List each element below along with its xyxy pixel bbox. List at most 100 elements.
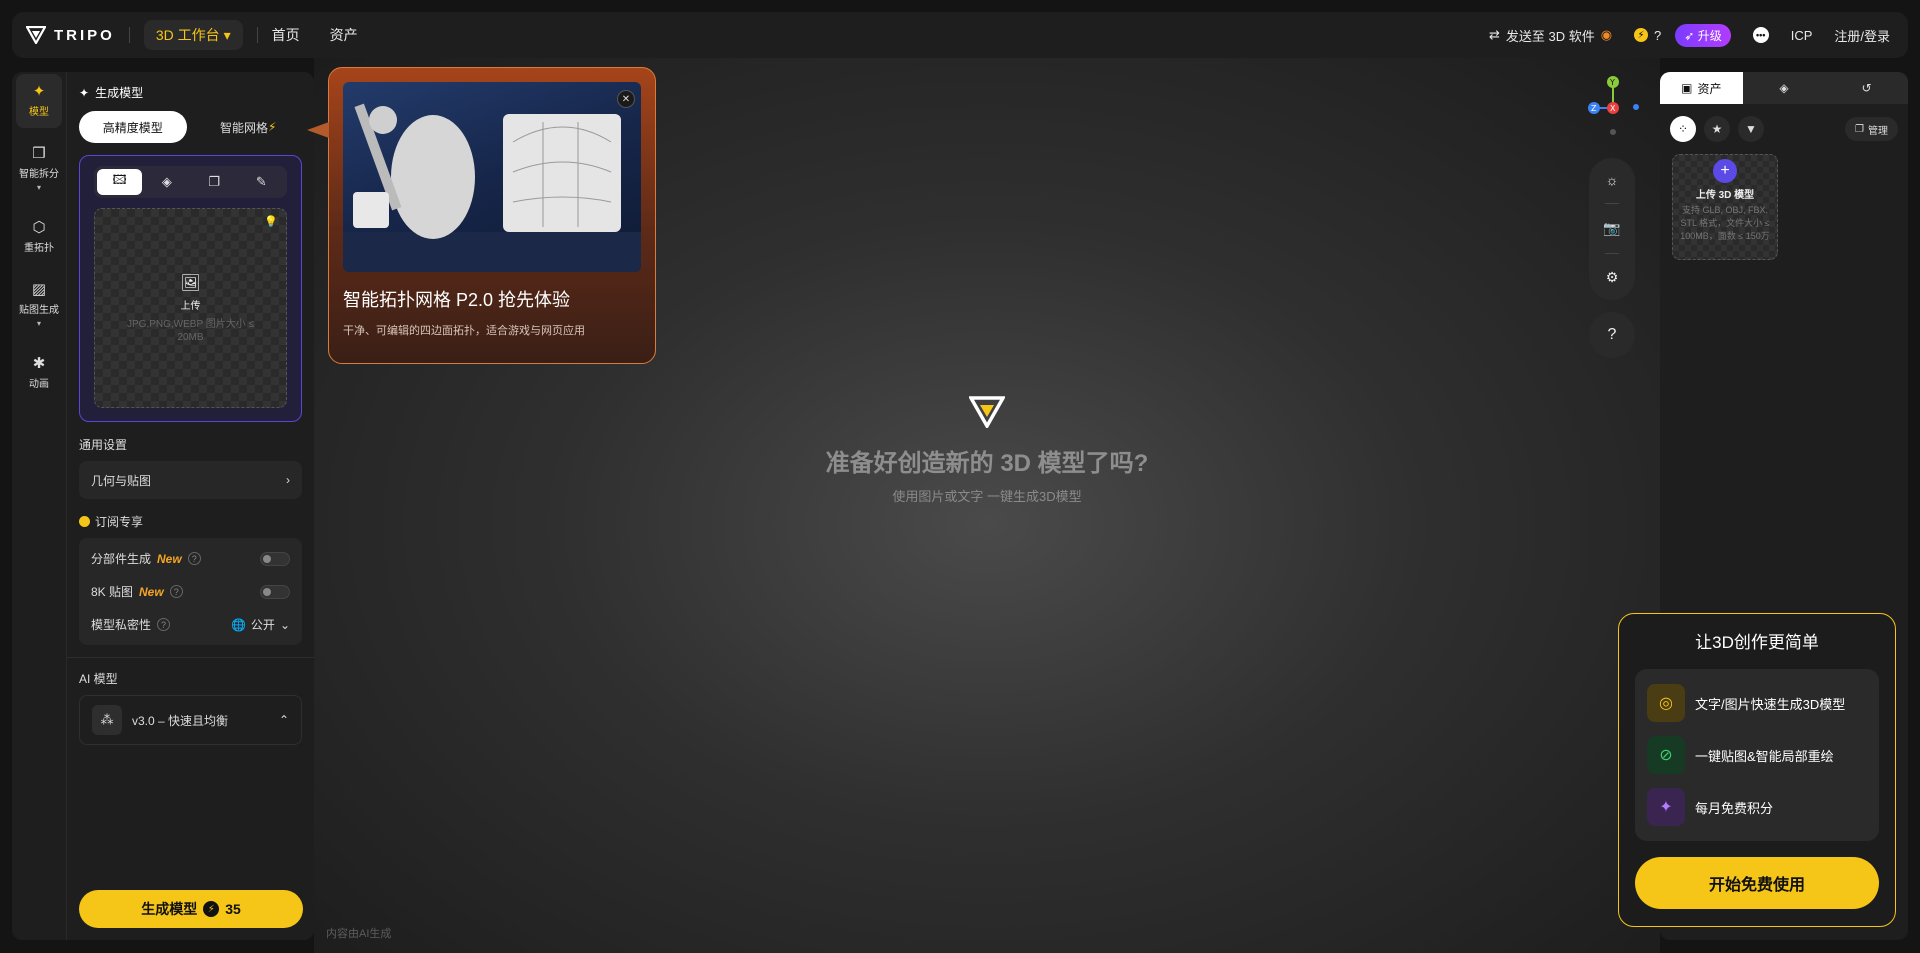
mode-segmented-control: 高精度模型 智能网格 ⚡ <box>79 111 302 143</box>
viewport-toolbar: ☼ 📷 ⚙ <box>1589 158 1635 300</box>
lightning-icon: ⚡ <box>268 120 277 134</box>
upload-3d-model-tile[interactable]: + 上传 3D 模型 支持 GLB, OBJ, FBX, STL 格式，文件大小… <box>1672 154 1778 260</box>
coins-icon: ◎ <box>1647 684 1685 722</box>
rail-item-split[interactable]: ❒ 智能拆分 ▾ <box>12 136 66 202</box>
chevron-right-icon: › <box>286 473 290 487</box>
nav-home[interactable]: 首页 <box>272 25 300 45</box>
pencil-icon[interactable]: ✎ <box>239 169 284 195</box>
filter-icon[interactable]: ▼ <box>1738 116 1764 142</box>
axis-y-label: Y <box>1609 78 1615 87</box>
tab-layers[interactable]: ◈ <box>1743 72 1826 104</box>
divider <box>1605 203 1619 205</box>
feature-list: ◎ 文字/图片快速生成3D模型 ⊘ 一键贴图&智能局部重绘 ✦ 每月免费积分 <box>1635 669 1879 841</box>
model-nodes-icon: ⁂ <box>92 705 122 735</box>
axis-gizmo[interactable]: Y Z X <box>1575 72 1639 142</box>
tab-history[interactable]: ↺ <box>1825 72 1908 104</box>
option-part-generation: 分部件生成 New ? <box>91 542 290 575</box>
rail-item-model[interactable]: ✦ 模型 <box>16 74 62 128</box>
rail-label: 动画 <box>29 379 49 390</box>
question-icon: ? <box>1607 326 1617 343</box>
cube-input-icon[interactable]: ◈ <box>144 169 189 195</box>
upload-hint: JPG,PNG,WEBP 图片大小 ≤ 20MB <box>127 318 254 343</box>
tab-assets[interactable]: ▣ 资产 <box>1660 72 1743 104</box>
close-icon[interactable]: ✕ <box>617 90 635 108</box>
manage-button[interactable]: ❐ 管理 <box>1845 117 1898 141</box>
paint-icon: ⊘ <box>1647 736 1685 774</box>
image-upload-icon: 🖼 <box>180 274 201 292</box>
caret-down-icon: ▾ <box>36 319 41 328</box>
rail-label: 模型 <box>29 107 49 118</box>
chat-button[interactable]: ••• <box>1752 27 1769 43</box>
signup-title: 让3D创作更简单 <box>1695 633 1819 652</box>
lighting-icon[interactable]: ☼ <box>1606 172 1619 188</box>
copy-icon: ❐ <box>1855 123 1864 135</box>
help-icon[interactable]: ? <box>157 618 171 631</box>
tab-smart-mesh[interactable]: 智能网格 ⚡ <box>195 111 303 143</box>
star-icon[interactable]: ★ <box>1704 116 1730 142</box>
sparkle-icon: ✦ <box>1647 788 1685 826</box>
feature-text: 每月免费积分 <box>1695 800 1774 816</box>
image-input-icon[interactable]: 🖾 <box>97 169 143 195</box>
panel-title-text: 生成模型 <box>95 86 144 100</box>
ai-model-value: v3.0 – 快速且均衡 <box>132 713 229 728</box>
upgrade-label: 升级 <box>1697 28 1722 43</box>
empty-state: 准备好创造新的 3D 模型了吗? 使用图片或文字 一键生成3D模型 <box>314 396 1660 505</box>
feature-item: ⊘ 一键贴图&智能局部重绘 <box>1647 729 1867 781</box>
image-dropzone[interactable]: 💡 🖼 上传 JPG,PNG,WEBP 图片大小 ≤ 20MB <box>94 208 287 408</box>
rail-label: 贴图生成 <box>19 305 59 316</box>
8k-texture-toggle[interactable] <box>260 584 290 599</box>
promo-illustration <box>343 103 641 272</box>
tab-high-precision[interactable]: 高精度模型 <box>79 111 187 143</box>
geometry-texture-row[interactable]: 几何与贴图 › <box>79 461 302 499</box>
promo-image: ✕ <box>343 82 641 272</box>
credits-value: ? <box>1654 27 1662 43</box>
panel-title: ✦ 生成模型 <box>79 84 302 101</box>
login-button[interactable]: 注册/登录 <box>1834 26 1890 45</box>
start-free-button[interactable]: 开始免费使用 <box>1635 857 1879 909</box>
privacy-dropdown[interactable]: 🌐 公开 ⌄ <box>231 616 290 633</box>
globe-icon: 🌐 <box>230 617 246 632</box>
chevron-up-icon: ⌃ <box>278 713 289 727</box>
running-figure-icon: ✱ <box>32 355 46 372</box>
empty-state-subtitle: 使用图片或文字 一键生成3D模型 <box>892 489 1082 504</box>
subscription-icon <box>79 516 90 527</box>
rail-item-animation[interactable]: ✱ 动画 <box>12 346 66 400</box>
new-badge: New <box>157 551 182 566</box>
divider <box>67 657 314 658</box>
icp-link[interactable]: ICP <box>1791 28 1813 43</box>
promo-description: 干净、可编辑的四边面拓扑，适合游戏与网页应用 <box>343 325 585 337</box>
upload-label: 上传 <box>180 300 201 312</box>
rocket-icon: ➶ <box>1684 28 1695 43</box>
help-icon[interactable]: ? <box>169 585 183 598</box>
upload-3d-label: 上传 3D 模型 <box>1695 190 1755 201</box>
help-button[interactable]: ? <box>1589 312 1635 358</box>
swap-icon: ⇄ <box>1488 27 1500 42</box>
tripo-logo[interactable]: TRIPO <box>26 26 115 44</box>
part-generation-toggle[interactable] <box>260 551 290 566</box>
ai-model-selector[interactable]: ⁂ v3.0 – 快速且均衡 ⌃ <box>79 695 302 745</box>
rail-item-retopo[interactable]: ⬡ 重拓扑 <box>12 210 66 264</box>
send-to-3d-label: 发送至 3D 软件 <box>1505 28 1595 44</box>
grid-view-icon[interactable]: ⁘ <box>1670 116 1696 142</box>
rail-item-texture[interactable]: ▨ 贴图生成 ▾ <box>12 272 66 338</box>
assets-filter-bar: ⁘ ★ ▼ ❐ 管理 <box>1660 104 1908 150</box>
brand-name: TRIPO <box>54 26 115 44</box>
texture-icon: ▨ <box>31 281 47 298</box>
history-icon: ↺ <box>1861 81 1872 95</box>
camera-icon[interactable]: 📷 <box>1603 220 1620 237</box>
send-to-3d-button[interactable]: ⇄ 发送至 3D 软件 ◉ <box>1489 26 1612 45</box>
subscription-options: 分部件生成 New ? 8K 贴图 New ? 模型私密性 ? 🌐 公开 ⌄ <box>79 538 302 645</box>
workbench-dropdown[interactable]: 3D 工作台 ▾ <box>143 20 243 50</box>
upgrade-button[interactable]: ➶ 升级 <box>1675 23 1731 47</box>
settings-sliders-icon[interactable]: ⚙ <box>1606 269 1619 286</box>
lightbulb-icon[interactable]: 💡 <box>264 215 278 228</box>
option-8k-texture: 8K 贴图 New ? <box>91 575 290 608</box>
generate-model-button[interactable]: 生成模型 ⚡ 35 <box>79 890 303 928</box>
multi-image-icon[interactable]: ❐ <box>192 169 237 195</box>
divider <box>256 27 258 43</box>
help-icon[interactable]: ? <box>187 552 201 565</box>
credits-display[interactable]: ⚡ ? ➶ 升级 <box>1634 23 1731 47</box>
tool-rail: ✦ 模型 ❒ 智能拆分 ▾ ⬡ 重拓扑 ▨ 贴图生成 ▾ ✱ 动画 <box>12 72 66 940</box>
feature-text: 一键贴图&智能局部重绘 <box>1695 748 1834 764</box>
nav-assets[interactable]: 资产 <box>330 25 358 45</box>
